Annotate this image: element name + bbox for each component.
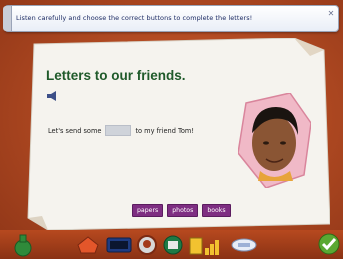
home-icon[interactable] — [77, 236, 99, 254]
sentence-end: to my friend Tom! — [135, 126, 194, 135]
book-icon[interactable] — [162, 235, 184, 255]
choice-button-books[interactable]: books — [202, 204, 231, 217]
tools-icon[interactable] — [230, 237, 258, 253]
answer-blank[interactable] — [105, 125, 132, 136]
speaker-icon[interactable] — [46, 91, 60, 101]
instruction-banner: Listen carefully and choose the correct … — [3, 5, 339, 32]
score-icon[interactable] — [106, 237, 132, 253]
choice-button-papers[interactable]: papers — [132, 204, 164, 217]
close-icon[interactable]: ✕ — [327, 10, 335, 18]
friend-photo — [238, 93, 311, 188]
app-window: Listen carefully and choose the correct … — [0, 0, 343, 259]
face-icon[interactable] — [137, 235, 157, 255]
fill-in-sentence: Let's send some to my friend Tom! — [48, 125, 194, 136]
lesson-title: Letters to our friends. — [46, 68, 186, 83]
potion-icon[interactable] — [12, 233, 34, 257]
choice-button-photos[interactable]: photos — [167, 204, 199, 217]
bar-chart-icon[interactable] — [189, 236, 223, 256]
check-icon[interactable] — [318, 233, 340, 255]
sentence-start: Let's send some — [48, 126, 102, 135]
instruction-text: Listen carefully and choose the correct … — [16, 14, 253, 22]
answer-choices: papers photos books — [132, 204, 231, 217]
banner-tab[interactable] — [3, 6, 12, 31]
